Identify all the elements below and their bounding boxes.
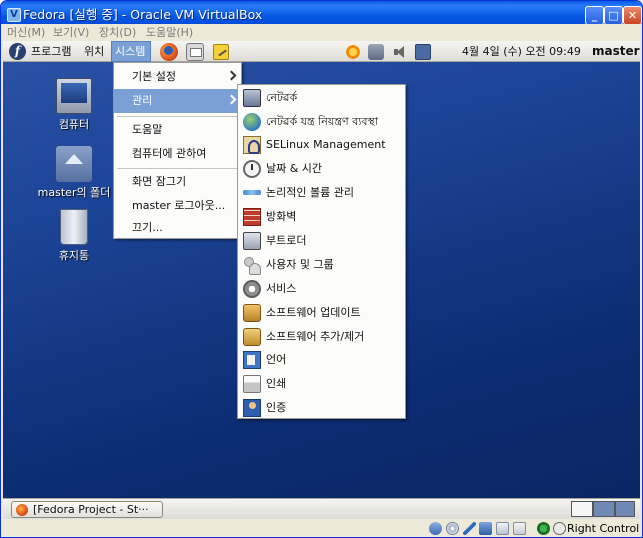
firefox-launcher-icon[interactable] (160, 43, 178, 61)
host-key-label[interactable]: Right Control (567, 522, 639, 536)
menu-item-services[interactable]: 서비스 (238, 277, 405, 301)
menu-applications[interactable]: 프로그램 (31, 45, 71, 58)
shared-folder-icon[interactable] (496, 522, 509, 535)
menu-item-logout[interactable]: master 로그아웃... (114, 194, 241, 218)
menu-item-selinux[interactable]: SELinux Management (238, 133, 405, 157)
menu-separator (117, 168, 239, 169)
selinux-icon (243, 136, 261, 154)
menu-item-administration[interactable]: 관리 (114, 89, 241, 113)
menu-view[interactable]: 보기(V) (53, 26, 89, 39)
volume-icon[interactable] (392, 44, 408, 60)
administration-submenu: নেটৱর্ক নেটৱর্ক যন্ত্র নিয়ন্ত্রণ ব্যবস্… (237, 84, 406, 419)
services-icon (243, 280, 261, 298)
display-icon[interactable] (415, 44, 431, 60)
desktop-icon-label: master의 폴더 (37, 186, 111, 199)
network-tray-icon[interactable] (368, 44, 384, 60)
taskbar-window-button[interactable]: [Fedora Project - St··· (11, 501, 163, 518)
desktop-icon-home[interactable]: master의 폴더 (29, 146, 119, 200)
menu-item-network-device-control[interactable]: নেটৱর্ক যন্ত্র নিয়ন্ত্রণ ব্যবস্থা (238, 110, 405, 134)
computer-icon (56, 78, 92, 114)
guest-screen[interactable]: f 프로그램 위치 시스템 4월 4일 (수) 오전 09:49 master … (3, 41, 640, 519)
menu-system[interactable]: 시스템 (111, 41, 151, 62)
notes-launcher-icon[interactable] (213, 44, 229, 60)
submenu-arrow-icon (226, 94, 237, 105)
bottom-panel: [Fedora Project - St··· (3, 498, 640, 519)
window-title: Fedora [실행 중] - Oracle VM VirtualBox (23, 7, 263, 22)
menu-item-authentication[interactable]: 인증 (238, 396, 405, 420)
menu-item-network[interactable]: নেটৱর্ক (238, 86, 405, 110)
add-remove-software-icon (243, 328, 261, 346)
maximize-button[interactable]: □ (604, 6, 623, 25)
trash-icon (60, 209, 88, 245)
mail-launcher-icon[interactable] (186, 43, 204, 61)
network-adapter-icon[interactable] (479, 522, 492, 535)
firefox-icon (16, 504, 28, 516)
clock[interactable]: 4월 4일 (수) 오전 09:49 (462, 45, 581, 58)
menu-places[interactable]: 위치 (84, 45, 104, 58)
menu-item-users-groups[interactable]: 사용자 및 그룹 (238, 253, 405, 277)
software-update-icon (243, 304, 261, 322)
users-icon (243, 256, 261, 275)
usb-icon[interactable] (463, 522, 476, 535)
menu-devices[interactable]: 장치(D) (99, 26, 136, 39)
fedora-logo-icon[interactable]: f (9, 43, 26, 60)
video-capture-icon[interactable] (513, 522, 526, 535)
authentication-icon (243, 399, 261, 417)
clock-icon (243, 160, 261, 178)
virtualbox-icon[interactable]: V (7, 8, 21, 22)
menu-item-bootloader[interactable]: 부트로더 (238, 229, 405, 253)
desktop-icon-computer[interactable]: 컴퓨터 (29, 78, 119, 132)
close-button[interactable]: ✕ (623, 6, 642, 25)
workspace-2[interactable] (593, 501, 615, 517)
menu-item-about-computer[interactable]: 컴퓨터에 관하여 (114, 142, 241, 166)
menu-item-firewall[interactable]: 방화벽 (238, 205, 405, 229)
menu-item-help[interactable]: 도움말 (114, 118, 241, 142)
host-key-arrow-icon (553, 522, 566, 535)
minimize-button[interactable]: _ (585, 6, 604, 25)
virtualbox-window: V Fedora [실행 중] - Oracle VM VirtualBox _… (0, 0, 643, 538)
printer-icon (243, 375, 261, 393)
menu-item-add-remove-software[interactable]: 소프트웨어 추가/제거 (238, 325, 405, 349)
menu-item-lock-screen[interactable]: 화면 잠그기 (114, 170, 241, 194)
menu-machine[interactable]: 머신(M) (7, 26, 45, 39)
workspace-3[interactable] (615, 501, 635, 517)
desktop-icon-trash[interactable]: 휴지통 (29, 209, 119, 263)
update-notifier-icon[interactable] (345, 44, 361, 60)
language-icon (243, 351, 261, 369)
menu-item-shutdown[interactable]: 끄기... (114, 216, 241, 240)
workspace-1[interactable] (571, 501, 593, 517)
hard-disk-icon[interactable] (429, 522, 442, 535)
optical-drive-icon[interactable] (446, 522, 459, 535)
menu-item-printing[interactable]: 인쇄 (238, 372, 405, 396)
home-folder-icon (56, 146, 92, 182)
system-menu: 기본 설정 관리 도움말 컴퓨터에 관하여 화면 잠그기 master 로그아웃… (113, 62, 242, 239)
menu-item-preferences[interactable]: 기본 설정 (114, 65, 241, 89)
desktop-icon-label: 컴퓨터 (58, 118, 90, 131)
menu-item-software-update[interactable]: 소프트웨어 업데이트 (238, 301, 405, 325)
taskbar-window-title: [Fedora Project - St··· (33, 503, 149, 516)
lvm-icon (243, 190, 261, 195)
network-icon (243, 89, 261, 107)
submenu-arrow-icon (226, 70, 237, 81)
desktop-icon-label: 휴지통 (58, 249, 90, 262)
vb-menu-bar: 머신(M) 보기(V) 장치(D) 도움말(H) (1, 24, 642, 41)
menu-item-date-time[interactable]: 날짜 & 시간 (238, 157, 405, 181)
vb-status-bar: Right Control (1, 519, 642, 537)
top-panel: f 프로그램 위치 시스템 4월 4일 (수) 오전 09:49 master (3, 41, 640, 62)
bootloader-icon (243, 232, 261, 250)
menu-help[interactable]: 도움말(H) (146, 26, 193, 39)
menu-item-language[interactable]: 언어 (238, 348, 405, 372)
firewall-icon (243, 208, 261, 226)
menu-item-lvm[interactable]: 논리적인 볼륨 관리 (238, 181, 405, 205)
mouse-integration-icon[interactable] (537, 522, 550, 535)
user-menu[interactable]: master (592, 45, 640, 58)
menu-separator (117, 116, 239, 117)
network-device-icon (243, 113, 261, 131)
